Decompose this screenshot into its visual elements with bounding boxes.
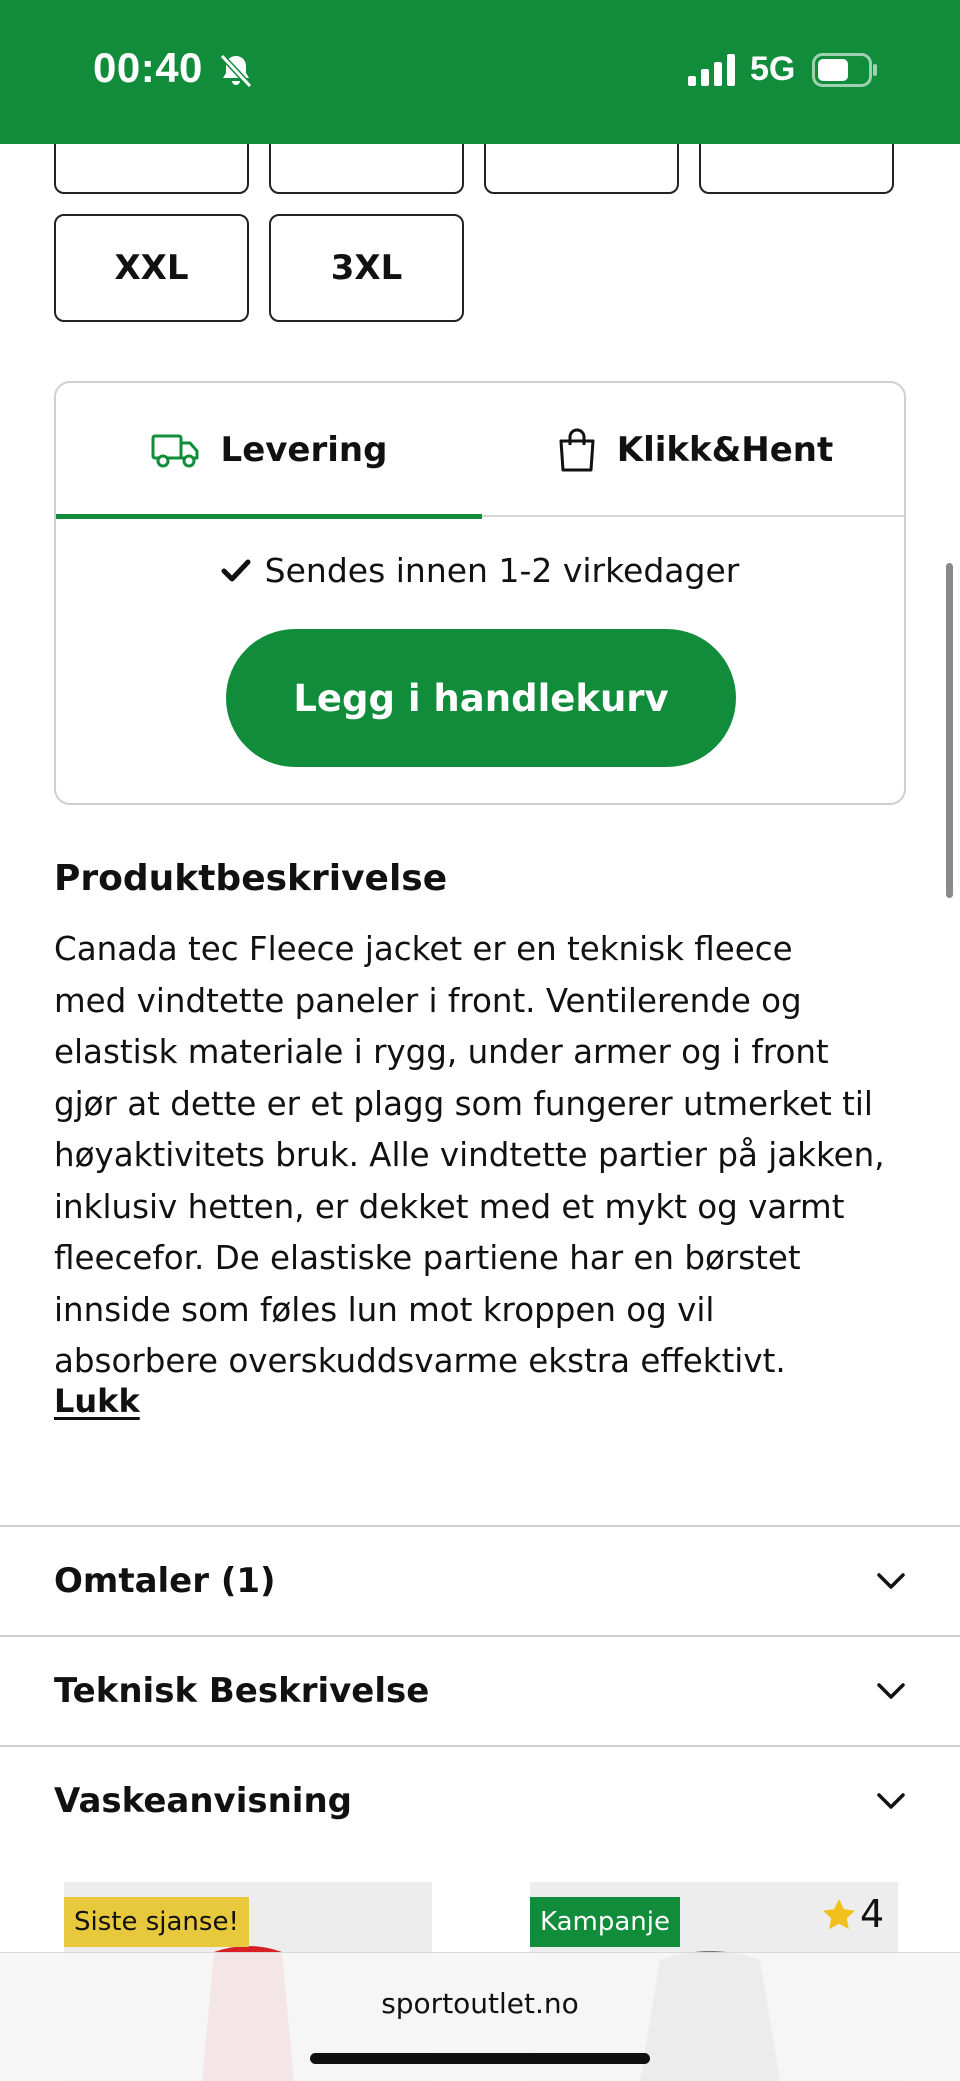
- badge-last-chance: Siste sjanse!: [64, 1897, 249, 1947]
- size-option-xxl[interactable]: XXL: [54, 214, 249, 322]
- accordion-reviews-label: Omtaler (1): [54, 1561, 276, 1601]
- accordion-reviews[interactable]: Omtaler (1): [0, 1525, 960, 1635]
- browser-address-bar[interactable]: sportoutlet.no: [0, 1952, 960, 2081]
- delivery-tabs: Levering Klikk&Hent: [56, 383, 904, 519]
- battery-icon: [812, 53, 877, 87]
- url-text: sportoutlet.no: [381, 1987, 579, 2020]
- shopping-bag-icon: [559, 428, 595, 472]
- description-text: Canada tec Fleece jacket er en teknisk f…: [54, 924, 924, 1388]
- accordion-washing[interactable]: Vaskeanvisning: [0, 1745, 960, 1855]
- home-indicator[interactable]: [310, 2053, 650, 2064]
- shipping-note: Sendes innen 1-2 virkedager: [56, 551, 904, 590]
- accordion-washing-label: Vaskeanvisning: [54, 1781, 352, 1821]
- status-bar-overlay: 00:40 5G: [0, 0, 960, 144]
- description-line: absorbere overskuddsvarme ekstra effekti…: [54, 1342, 786, 1380]
- add-to-cart-button[interactable]: Legg i handlekurv: [226, 629, 736, 767]
- description-title: Produktbeskrivelse: [54, 858, 448, 899]
- tab-klikk-hent[interactable]: Klikk&Hent: [482, 383, 904, 517]
- rating-value: 4: [860, 1892, 885, 1936]
- accordion-technical[interactable]: Teknisk Beskrivelse: [0, 1635, 960, 1745]
- product-rating: 4: [822, 1892, 884, 1936]
- description-line: gjør at dette er et plagg som fungerer u…: [54, 1084, 873, 1123]
- tab-klikk-hent-label: Klikk&Hent: [616, 430, 834, 470]
- description-line: inklusiv hetten, er dekket med et mykt o…: [54, 1187, 845, 1226]
- status-time-overlay: 00:40: [93, 44, 203, 91]
- tab-levering[interactable]: Levering: [56, 383, 482, 519]
- truck-icon: [151, 434, 199, 468]
- badge-campaign: Kampanje: [530, 1897, 680, 1947]
- tab-levering-label: Levering: [220, 430, 388, 470]
- checkmark-icon: [221, 559, 251, 581]
- star-icon: [823, 1899, 855, 1930]
- scrollbar[interactable]: [946, 563, 953, 898]
- chevron-down-icon: [877, 1683, 905, 1699]
- description-line: Canada tec Fleece jacket er en teknisk f…: [54, 930, 793, 968]
- shipping-note-text: Sendes innen 1-2 virkedager: [264, 551, 740, 590]
- description-line: fleecefor. De elastiske partiene har en …: [54, 1239, 801, 1277]
- delivery-panel: Levering Klikk&Hent Sendes innen 1-2 vir…: [54, 381, 906, 805]
- signal-icon: [688, 54, 735, 86]
- description-line: innside som føles lun mot kroppen og vil: [54, 1290, 715, 1329]
- description-line: elastisk materiale i rygg, under armer o…: [54, 1033, 829, 1071]
- bell-slash-icon: [219, 53, 253, 89]
- size-option-3xl[interactable]: 3XL: [269, 214, 464, 322]
- network-label-overlay: 5G: [750, 50, 796, 88]
- chevron-down-icon: [877, 1573, 905, 1589]
- accordion-technical-label: Teknisk Beskrivelse: [54, 1671, 430, 1711]
- chevron-down-icon: [877, 1793, 905, 1809]
- description-line: med vindtette paneler i front. Ventilere…: [54, 981, 802, 1020]
- description-close-link[interactable]: Lukk: [54, 1382, 140, 1420]
- description-line: høyaktivitets bruk. Alle vindtette parti…: [54, 1136, 885, 1174]
